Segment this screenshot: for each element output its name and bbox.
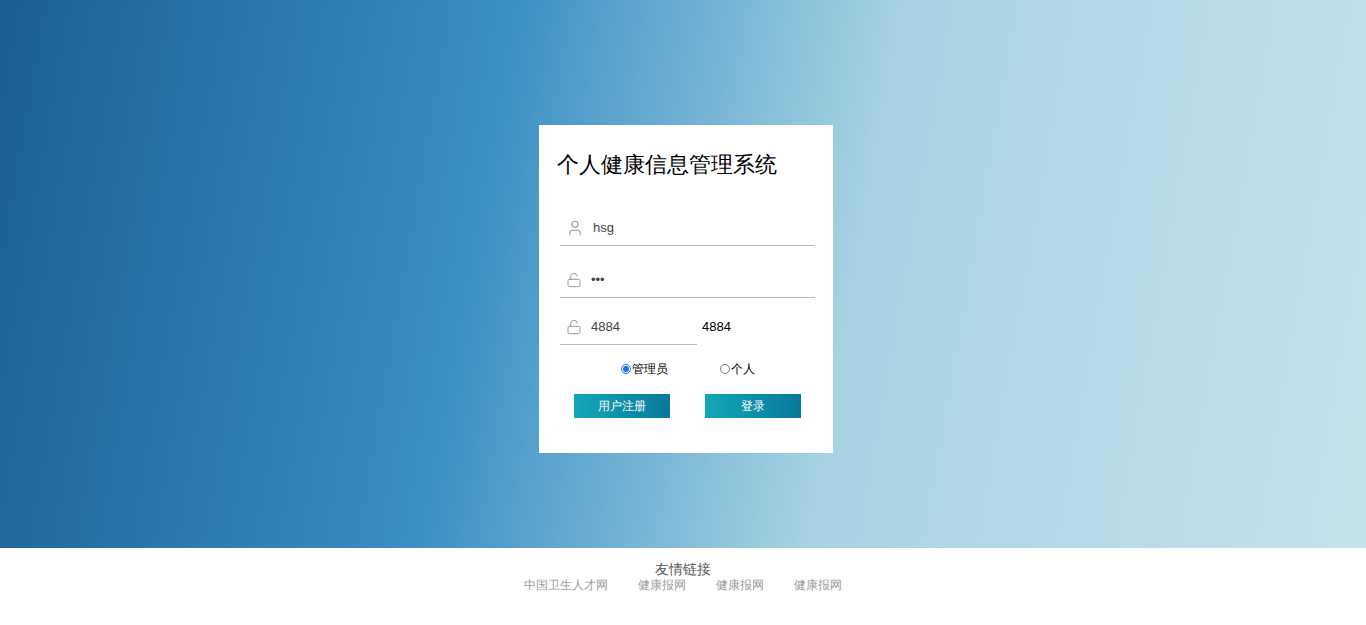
background-photo: 个人健康信息管理系统 4884 管理员 个人用户注册 登录 <box>0 0 1366 548</box>
captcha-code[interactable]: 4884 <box>702 317 731 337</box>
login-page: 个人健康信息管理系统 4884 管理员 个人用户注册 登录友情链接中国卫生人才网 健康报网… <box>0 0 1366 625</box>
password-input[interactable] <box>591 270 815 290</box>
radio-mark[interactable] <box>720 364 730 374</box>
login-button[interactable]: 登录 <box>705 394 801 418</box>
footer-link[interactable]: 中国卫生人才网 <box>524 578 608 593</box>
role-radio[interactable]: 个人 <box>720 360 755 378</box>
captcha-field[interactable] <box>560 309 697 345</box>
register-button[interactable]: 用户注册 <box>574 394 670 418</box>
role-radio[interactable]: 管理员 <box>621 360 668 378</box>
user-field[interactable] <box>560 210 815 246</box>
user-icon <box>566 219 584 237</box>
footer-link[interactable]: 健康报网 <box>794 578 842 593</box>
role-group: 管理员 个人 <box>560 359 815 379</box>
lock-icon <box>566 272 582 288</box>
footer-link[interactable]: 健康报网 <box>638 578 686 593</box>
system-title: 个人健康信息管理系统 <box>557 151 815 179</box>
radio-mark[interactable] <box>621 364 631 374</box>
user-input[interactable] <box>593 218 815 238</box>
lock-icon <box>566 319 582 335</box>
captcha-input[interactable] <box>591 317 697 337</box>
password-field[interactable] <box>560 262 815 298</box>
footer-link[interactable]: 健康报网 <box>716 578 764 593</box>
footer-title: 友情链接 <box>655 561 711 578</box>
login-card: 个人健康信息管理系统 4884 管理员 个人用户注册 登录 <box>539 125 833 453</box>
footer: 友情链接中国卫生人才网 健康报网 健康报网 健康报网 <box>0 548 1366 625</box>
